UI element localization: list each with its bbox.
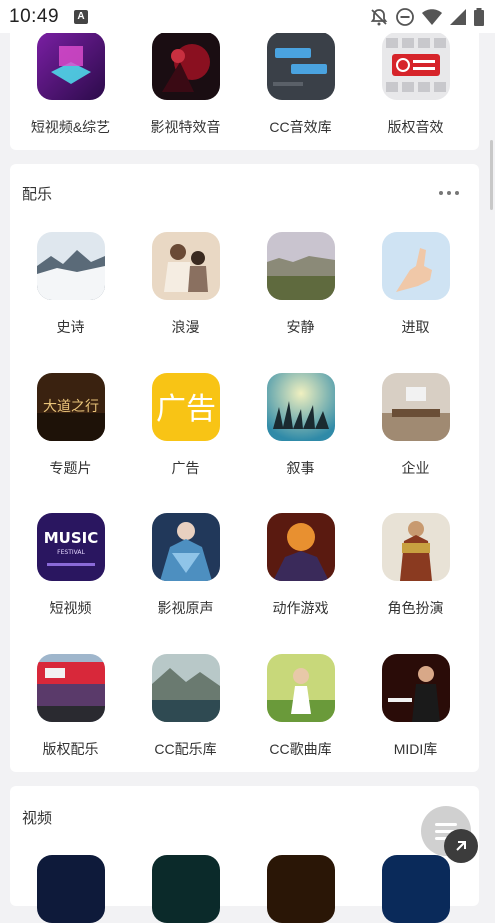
status-time: 10:49	[9, 6, 60, 27]
narrative-thumb	[266, 373, 335, 441]
music-tile-documentary[interactable]: 大道之行 专题片	[13, 373, 128, 478]
action-game-thumb	[266, 513, 335, 581]
back-arrow-button[interactable]	[444, 829, 478, 863]
video-tile[interactable]	[243, 855, 358, 923]
sfx-tile-copyright[interactable]: 版权音效	[358, 32, 473, 137]
music-label: 专题片	[49, 460, 92, 476]
music-tile-copyright-music[interactable]: 版权配乐	[13, 654, 128, 759]
video-thumb	[151, 855, 220, 923]
music-tile-action-game[interactable]: 动作游戏	[243, 513, 358, 618]
music-tile-romantic[interactable]: 浪漫	[128, 232, 243, 337]
epic-thumb	[36, 232, 105, 300]
quiet-thumb	[266, 232, 335, 300]
documentary-overlay-text: 大道之行	[43, 399, 99, 415]
menu-lines-icon	[435, 822, 457, 826]
sfx-tile-cc[interactable]: CC音效库	[243, 32, 358, 137]
music-tile-advertising[interactable]: 广告 广告	[128, 373, 243, 478]
music-label: CC配乐库	[154, 741, 217, 757]
notifications-off-icon	[370, 9, 388, 26]
copyright-music-thumb	[36, 654, 105, 722]
music-label: CC歌曲库	[269, 741, 332, 757]
music-label: 进取	[401, 319, 430, 335]
music-tile-aggressive[interactable]: 进取	[358, 232, 473, 337]
music-label: 角色扮演	[387, 600, 444, 616]
aggressive-thumb	[381, 232, 450, 300]
music-card: 配乐 史诗 浪漫 安静 进取 大道之行 专题片 广告 广告 叙事 企业 MUSI…	[10, 164, 479, 772]
cc-song-library-thumb	[266, 654, 335, 722]
sfx-label: CC音效库	[269, 119, 332, 135]
music-label: 安静	[286, 319, 315, 335]
music-label: 史诗	[56, 319, 85, 335]
signal-icon	[450, 9, 466, 25]
cc-music-library-thumb	[151, 654, 220, 722]
video-thumb	[381, 855, 450, 923]
video-card: 视频	[10, 786, 479, 923]
copyright-sfx-thumb	[381, 32, 450, 100]
music-tile-film-soundtrack[interactable]: 影视原声	[128, 513, 243, 618]
short-video-overlay-sub: FESTIVAL	[57, 549, 85, 556]
music-tile-epic[interactable]: 史诗	[13, 232, 128, 337]
section-title-music: 配乐	[22, 186, 53, 203]
advertising-overlay-text: 广告	[156, 392, 216, 427]
music-tile-quiet[interactable]: 安静	[243, 232, 358, 337]
wifi-icon	[422, 9, 442, 25]
sfx-tile-short-video-variety[interactable]: 短视频&综艺	[13, 32, 128, 137]
status-bar: 10:49 A	[0, 0, 495, 33]
music-tile-role-play[interactable]: 角色扮演	[358, 513, 473, 618]
sfx-label: 版权音效	[387, 119, 444, 135]
music-label: 动作游戏	[272, 600, 329, 616]
video-tile[interactable]	[358, 855, 473, 923]
music-tile-short-video[interactable]: MUSIC FESTIVAL 短视频	[13, 513, 128, 618]
short-video-overlay-text: MUSIC	[43, 529, 98, 547]
scrollbar-thumb[interactable]	[490, 140, 493, 210]
sfx-label: 短视频&综艺	[30, 119, 111, 135]
music-tile-cc-song[interactable]: CC歌曲库	[243, 654, 358, 759]
music-tile-corporate[interactable]: 企业	[358, 373, 473, 478]
music-tile-midi[interactable]: MIDI库	[358, 654, 473, 759]
short-video-thumb: MUSIC FESTIVAL	[36, 513, 105, 581]
music-label: 叙事	[286, 460, 315, 476]
sfx-label: 影视特效音	[150, 119, 221, 135]
music-label: 广告	[171, 460, 200, 476]
corporate-thumb	[381, 373, 450, 441]
battery-icon	[474, 8, 484, 26]
romantic-thumb	[151, 232, 220, 300]
music-tile-narrative[interactable]: 叙事	[243, 373, 358, 478]
video-tile[interactable]	[128, 855, 243, 923]
sfx-tile-film[interactable]: 影视特效音	[128, 32, 243, 137]
video-thumb	[36, 855, 105, 923]
role-play-thumb	[381, 513, 450, 581]
back-arrow-icon	[456, 841, 466, 851]
status-icons	[369, 7, 485, 27]
music-label: MIDI库	[393, 741, 438, 757]
music-label: 短视频	[49, 600, 92, 616]
music-label: 版权配乐	[42, 741, 99, 757]
cc-sfx-library-thumb	[266, 32, 335, 100]
more-dots-icon[interactable]	[439, 191, 459, 195]
documentary-thumb: 大道之行	[36, 373, 105, 441]
music-label: 企业	[401, 460, 430, 476]
video-thumb	[266, 855, 335, 923]
advertising-thumb: 广告	[151, 373, 220, 441]
midi-library-thumb	[381, 654, 450, 722]
music-label: 浪漫	[171, 319, 200, 335]
notification-app-icon: A	[74, 10, 88, 24]
music-tile-cc-music[interactable]: CC配乐库	[128, 654, 243, 759]
do-not-disturb-icon	[396, 8, 414, 26]
video-tile[interactable]	[13, 855, 128, 923]
film-sfx-thumb	[151, 32, 220, 100]
music-label: 影视原声	[157, 600, 214, 616]
film-soundtrack-thumb	[151, 513, 220, 581]
short-video-variety-thumb	[36, 32, 105, 100]
section-title-video: 视频	[22, 810, 53, 827]
